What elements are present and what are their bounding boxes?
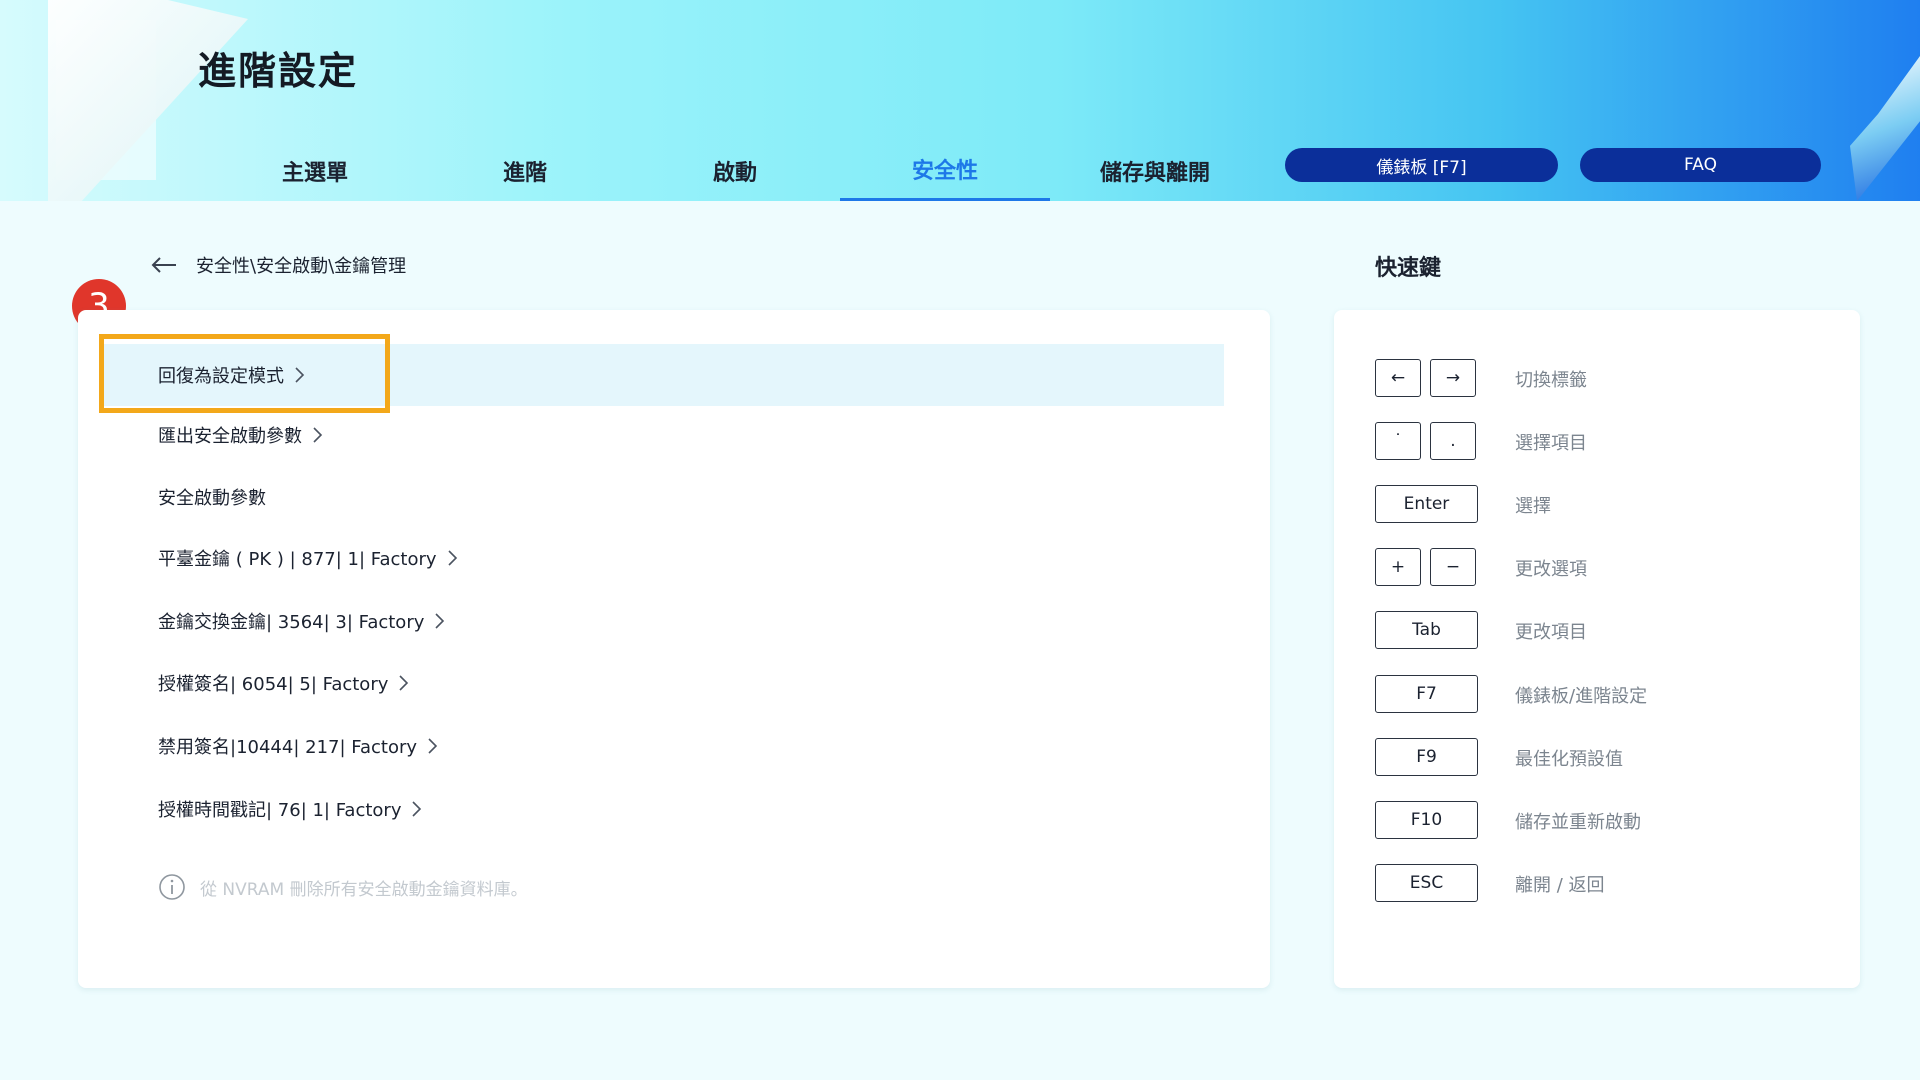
key-esc: ESC bbox=[1375, 864, 1478, 902]
key-f10: F10 bbox=[1375, 801, 1478, 839]
menu-item-authorized-timestamps[interactable]: 授權時間戳記| 76| 1| Factory bbox=[158, 781, 423, 837]
menu-item-secure-boot-params: 安全啟動參數 bbox=[158, 469, 266, 525]
menu-item-export-secure-boot[interactable]: 匯出安全啟動參數 bbox=[158, 407, 324, 463]
key-enter: Enter bbox=[1375, 485, 1478, 523]
shortcut-desc: 更改選項 bbox=[1515, 559, 1587, 580]
tab-main[interactable]: 主選單 bbox=[210, 140, 420, 201]
shortcut-desc: 更改項目 bbox=[1515, 622, 1587, 643]
menu-item-label: 匯出安全啟動參數 bbox=[158, 426, 302, 447]
tab-security[interactable]: 安全性 bbox=[840, 140, 1050, 201]
shortcut-desc: 儲存並重新啟動 bbox=[1515, 812, 1641, 833]
menu-item-label: 授權簽名| 6054| 5| Factory bbox=[158, 674, 389, 695]
tab-advanced[interactable]: 進階 bbox=[420, 140, 630, 201]
chevron-right-icon bbox=[428, 738, 438, 754]
chevron-right-icon bbox=[435, 613, 445, 629]
header-bar: 進階設定 主選單 進階 啟動 安全性 儲存與離開 儀錶板 [F7] FAQ bbox=[0, 0, 1920, 201]
tab-boot[interactable]: 啟動 bbox=[630, 140, 840, 201]
menu-item-label: 授權時間戳記| 76| 1| Factory bbox=[158, 800, 402, 821]
key-up: ˙ bbox=[1375, 422, 1421, 460]
shortcut-desc: 切換標籤 bbox=[1515, 370, 1587, 391]
help-text-content: 從 NVRAM 刪除所有安全啟動金鑰資料庫。 bbox=[200, 879, 528, 900]
menu-item-label: 平臺金鑰 ( PK ) | 877| 1| Factory bbox=[158, 549, 437, 570]
menu-item-label: 安全啟動參數 bbox=[158, 488, 266, 509]
chevron-right-icon bbox=[412, 801, 422, 817]
back-arrow-icon[interactable] bbox=[150, 255, 178, 275]
menu-item-authorized-signatures[interactable]: 授權簽名| 6054| 5| Factory bbox=[158, 655, 410, 711]
menu-item-platform-key[interactable]: 平臺金鑰 ( PK ) | 877| 1| Factory bbox=[158, 530, 459, 586]
menu-item-label: 回復為設定模式 bbox=[158, 366, 284, 387]
page-title: 進階設定 bbox=[198, 49, 359, 93]
key-tab: Tab bbox=[1375, 611, 1478, 649]
menu-item-label: 禁用簽名|10444| 217| Factory bbox=[158, 737, 418, 758]
shortcut-desc: 選擇 bbox=[1515, 496, 1551, 517]
chevron-right-icon bbox=[295, 367, 305, 383]
shortcut-desc: 儀錶板/進階設定 bbox=[1515, 686, 1648, 707]
chevron-right-icon bbox=[399, 675, 409, 691]
dashboard-button[interactable]: 儀錶板 [F7] bbox=[1285, 148, 1558, 182]
help-text: 從 NVRAM 刪除所有安全啟動金鑰資料庫。 bbox=[158, 873, 528, 901]
shortcut-desc: 離開 / 返回 bbox=[1515, 875, 1605, 896]
shortcut-desc: 選擇項目 bbox=[1515, 433, 1587, 454]
shortcuts-title: 快速鍵 bbox=[1375, 256, 1442, 281]
menu-item-forbidden-signatures[interactable]: 禁用簽名|10444| 217| Factory bbox=[158, 718, 439, 774]
key-left-arrow: ← bbox=[1375, 359, 1421, 397]
menu-item-restore-setup-mode[interactable]: 回復為設定模式 bbox=[102, 344, 1224, 406]
key-right-arrow: → bbox=[1430, 359, 1476, 397]
chevron-right-icon bbox=[447, 550, 457, 566]
key-down: . bbox=[1430, 422, 1476, 460]
key-f7: F7 bbox=[1375, 675, 1478, 713]
key-minus: − bbox=[1430, 548, 1476, 586]
shortcut-desc: 最佳化預設值 bbox=[1515, 749, 1623, 770]
key-f9: F9 bbox=[1375, 738, 1478, 776]
tab-save-exit[interactable]: 儲存與離開 bbox=[1050, 140, 1260, 201]
info-icon bbox=[159, 874, 185, 900]
faq-button[interactable]: FAQ bbox=[1580, 148, 1821, 182]
menu-item-label: 金鑰交換金鑰| 3564| 3| Factory bbox=[158, 612, 425, 633]
chevron-right-icon bbox=[313, 427, 323, 443]
breadcrumb: 安全性\安全啟動\金鑰管理 bbox=[150, 252, 406, 278]
menu-item-key-exchange-key[interactable]: 金鑰交換金鑰| 3564| 3| Factory bbox=[158, 593, 446, 649]
key-plus: + bbox=[1375, 548, 1421, 586]
breadcrumb-path: 安全性\安全啟動\金鑰管理 bbox=[196, 256, 407, 277]
header-decoration bbox=[1850, 56, 1920, 201]
